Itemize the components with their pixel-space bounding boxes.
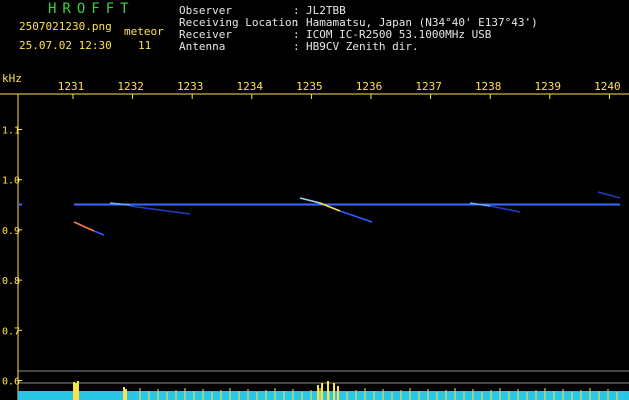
x-tick-label: 1236 [356, 80, 383, 93]
x-tick-label: 1231 [58, 80, 85, 93]
x-tick-label: 1232 [117, 80, 144, 93]
meteor-streak [73, 221, 95, 232]
meteor-streak [339, 210, 373, 223]
meteor-streak [129, 205, 191, 215]
y-tick-label: 0.7 [2, 326, 20, 337]
x-tick-label: 1235 [296, 80, 323, 93]
y-tick-label: 1.1 [2, 126, 20, 137]
y-axis-unit: kHz [2, 72, 22, 85]
meteor-streak [597, 191, 621, 199]
meteor-streak [93, 230, 105, 236]
x-tick-label: 1238 [475, 80, 502, 93]
meteor-streak [299, 197, 321, 204]
x-tick-label: 1237 [415, 80, 442, 93]
y-tick-label: 1.0 [2, 176, 20, 187]
y-tick-label: 0.6 [2, 377, 20, 388]
meteor-streak [489, 205, 521, 213]
activity-strip [18, 391, 629, 400]
x-tick-label: 1234 [237, 80, 264, 93]
y-tick-label: 0.9 [2, 226, 20, 237]
y-tick-label: 0.8 [2, 276, 20, 287]
spectrogram: kHz 1231 1232 1233 1234 1235 1236 1237 1238 1239 1… [0, 72, 629, 400]
x-tick-label: 1240 [594, 80, 621, 93]
x-tick-label: 1233 [177, 80, 204, 93]
x-tick-label: 1239 [535, 80, 562, 93]
